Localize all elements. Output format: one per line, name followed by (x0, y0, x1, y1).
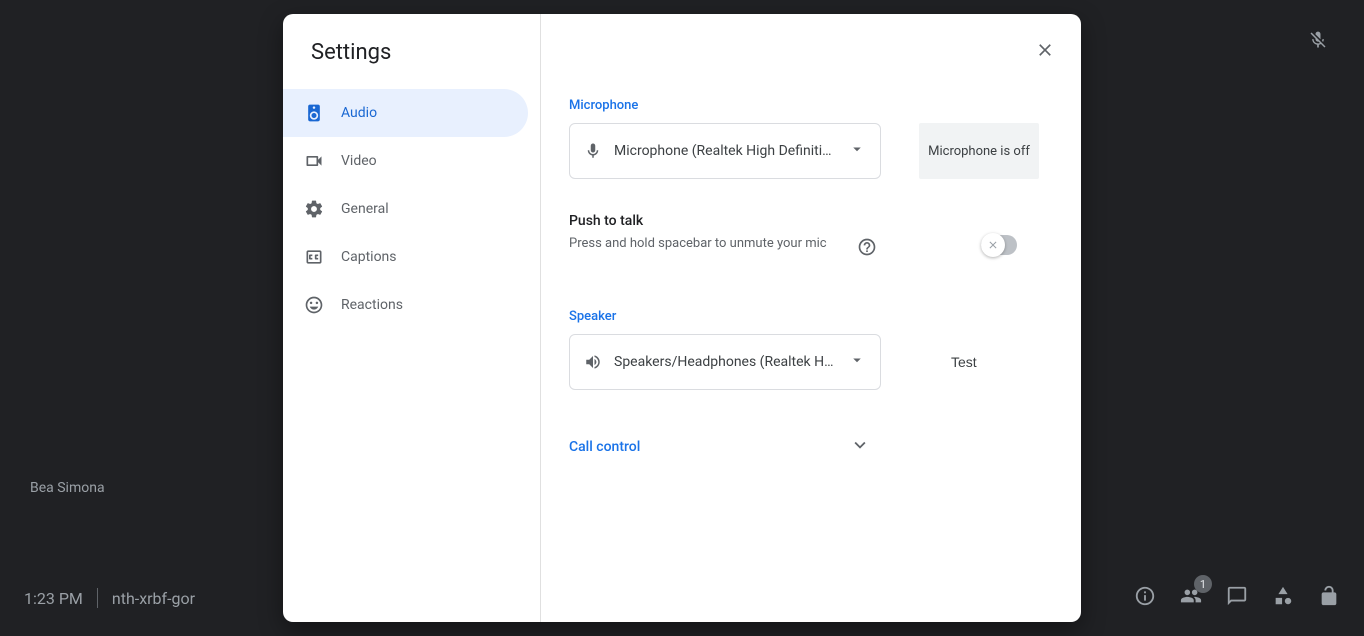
people-count-badge: 1 (1194, 575, 1212, 593)
activities-button[interactable] (1272, 585, 1294, 611)
host-controls-button[interactable] (1318, 585, 1340, 611)
speaker-selected-value: Speakers/Headphones (Realtek Hig… (614, 354, 836, 370)
divider (97, 588, 98, 608)
call-control-toggle[interactable]: Call control (569, 434, 871, 460)
close-button[interactable] (1027, 32, 1063, 68)
call-control-label: Call control (569, 439, 640, 455)
emoji-icon (303, 295, 325, 315)
nav-label: Video (341, 153, 377, 169)
settings-sidebar: Settings Audio Video General (283, 14, 541, 622)
microphone-select[interactable]: Microphone (Realtek High Definitio… (569, 123, 881, 179)
nav-label: General (341, 201, 389, 217)
meeting-code: nth-xrbf-gor (112, 589, 195, 608)
people-button[interactable]: 1 (1180, 585, 1202, 611)
microphone-label: Microphone (569, 98, 1053, 113)
nav-item-audio[interactable]: Audio (283, 89, 528, 137)
chevron-down-icon (849, 434, 871, 460)
info-button[interactable] (1134, 585, 1156, 611)
settings-modal: Settings Audio Video General (283, 14, 1081, 622)
bottom-left: 1:23 PM nth-xrbf-gor (24, 588, 195, 608)
clock-time: 1:23 PM (24, 589, 83, 608)
push-to-talk-block: Push to talk Press and hold spacebar to … (569, 213, 1053, 261)
speaker-icon (303, 103, 325, 123)
videocam-icon (303, 151, 325, 171)
nav-item-reactions[interactable]: Reactions (283, 281, 528, 329)
microphone-status: Microphone is off (919, 123, 1039, 179)
mic-off-indicator (1308, 30, 1328, 54)
speaker-label: Speaker (569, 309, 1053, 324)
settings-title: Settings (283, 40, 540, 89)
dropdown-caret-icon (848, 351, 866, 373)
push-to-talk-toggle[interactable] (981, 235, 1017, 255)
test-speaker-button[interactable]: Test (919, 334, 1009, 390)
dropdown-caret-icon (848, 140, 866, 162)
nav-label: Reactions (341, 297, 403, 313)
settings-main: Microphone Microphone (Realtek High Defi… (541, 14, 1081, 622)
nav-item-captions[interactable]: Captions (283, 233, 528, 281)
help-icon[interactable] (857, 237, 877, 261)
push-to-talk-title: Push to talk (569, 213, 839, 229)
toggle-knob (981, 233, 1005, 257)
microphone-icon (584, 142, 602, 160)
gear-icon (303, 199, 325, 219)
bottom-right: 1 (1134, 585, 1340, 611)
nav-item-general[interactable]: General (283, 185, 528, 233)
participant-name: Bea Simona (30, 480, 105, 496)
chat-button[interactable] (1226, 585, 1248, 611)
volume-icon (584, 353, 602, 371)
nav-item-video[interactable]: Video (283, 137, 528, 185)
nav-label: Audio (341, 105, 377, 121)
captions-icon (303, 247, 325, 267)
microphone-selected-value: Microphone (Realtek High Definitio… (614, 143, 836, 159)
nav-label: Captions (341, 249, 397, 265)
speaker-select[interactable]: Speakers/Headphones (Realtek Hig… (569, 334, 881, 390)
settings-nav: Audio Video General Captions (283, 89, 540, 329)
push-to-talk-description: Press and hold spacebar to unmute your m… (569, 235, 839, 254)
